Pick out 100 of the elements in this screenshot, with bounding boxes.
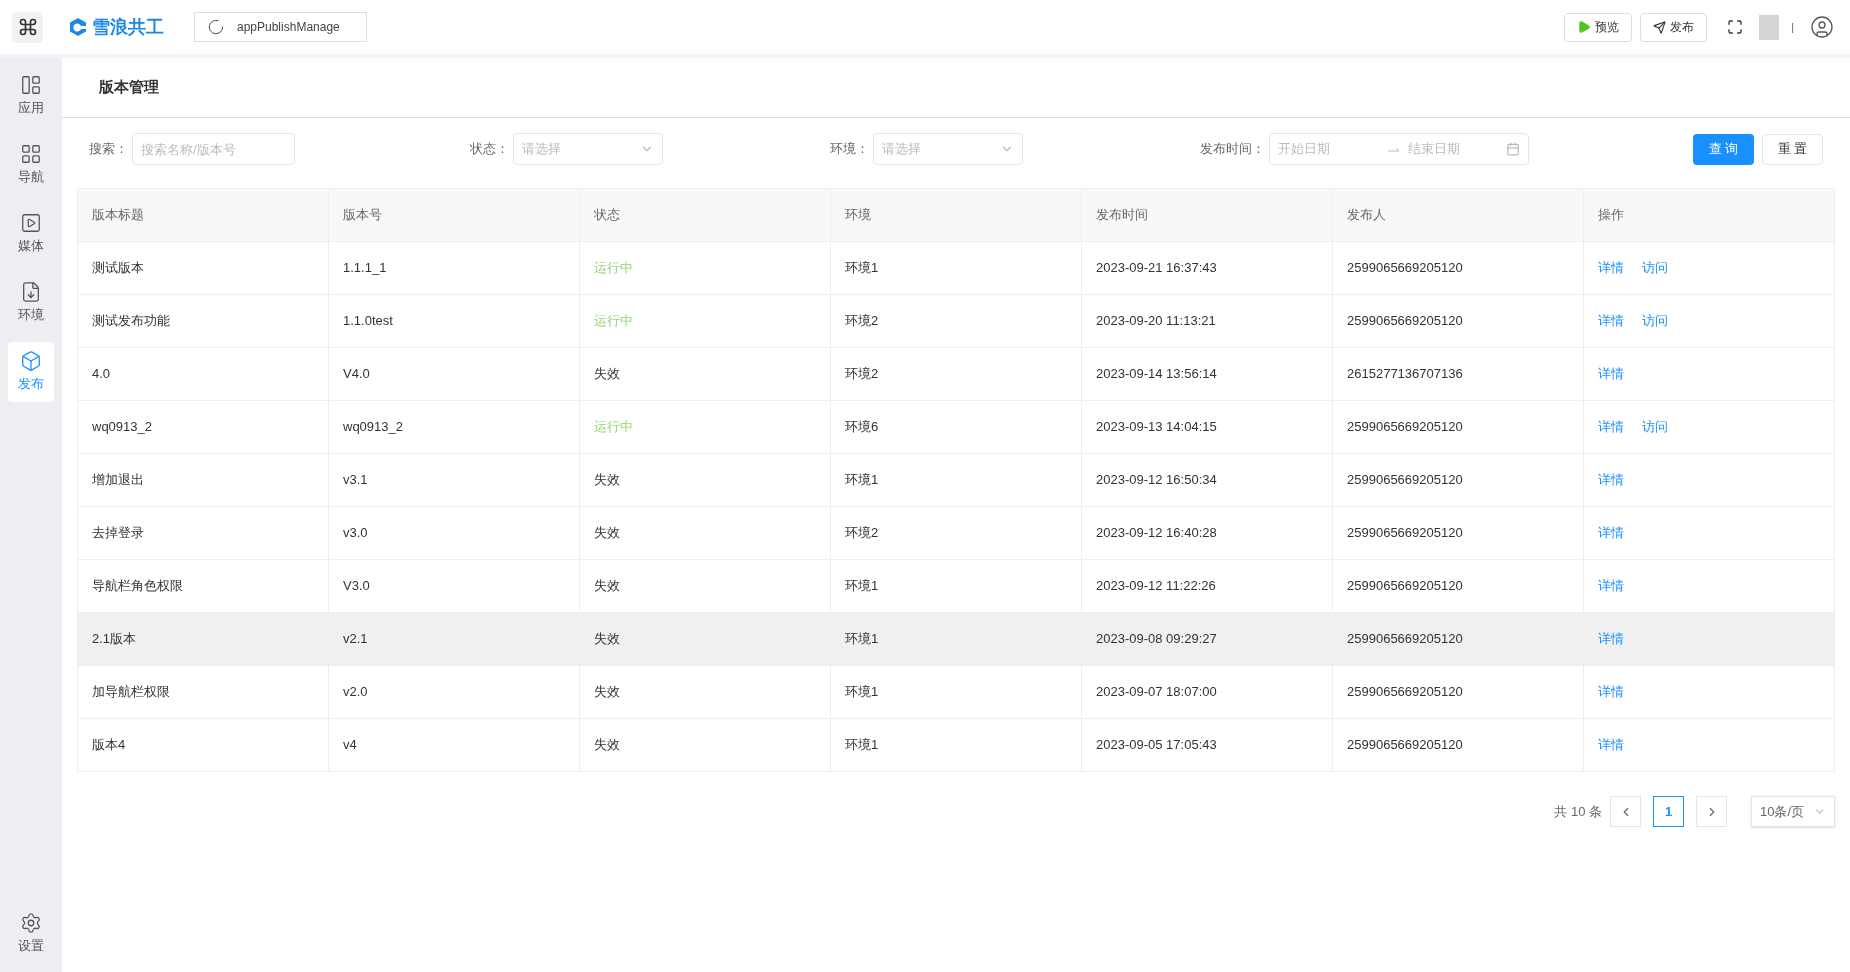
table-cell: 2599065669205120	[1332, 559, 1584, 613]
table-cell: 环境1	[830, 453, 1082, 507]
send-icon	[1653, 20, 1667, 34]
action-link[interactable]: 详情	[1598, 470, 1624, 490]
table-cell: 2023-09-12 16:50:34	[1081, 453, 1333, 507]
table-cell: 失效	[579, 559, 831, 613]
table-cell: 运行中	[579, 400, 831, 454]
app-selector[interactable]: appPublishManage	[194, 12, 367, 42]
sidebar-item[interactable]: 媒体	[8, 204, 54, 264]
table-cell: V3.0	[328, 559, 580, 613]
column-header: 版本标题	[77, 188, 329, 242]
sidebar-item[interactable]: 导航	[8, 135, 54, 195]
page-size-select[interactable]: 10条/页	[1751, 796, 1835, 827]
table-cell: 运行中	[579, 294, 831, 348]
table-cell: 环境1	[830, 612, 1082, 666]
reset-button[interactable]: 重 置	[1762, 133, 1823, 165]
play-icon	[1577, 20, 1592, 34]
table-cell: 失效	[579, 453, 831, 507]
total-count: 共 10 条	[1554, 802, 1602, 821]
table-cell: wq0913_2	[328, 400, 580, 454]
table-cell: 2599065669205120	[1332, 241, 1584, 295]
user-icon[interactable]	[1810, 15, 1834, 39]
table-cell: 增加退出	[77, 453, 329, 507]
table-cell: 2023-09-12 11:22:26	[1081, 559, 1333, 613]
table-cell: 2599065669205120	[1332, 665, 1584, 719]
table-row[interactable]: 测试版本 1.1.1_1 运行中 环境1 2023-09-21 16:37:43 2599065669205120 详情 访问	[77, 241, 1835, 295]
fullscreen-icon[interactable]	[1727, 19, 1744, 35]
table-cell: 1.1.1_1	[328, 241, 580, 295]
table-cell: 去掉登录	[77, 506, 329, 560]
publish-button[interactable]: 发布	[1640, 12, 1708, 42]
divider-text: |	[1791, 19, 1794, 35]
table-cell: v3.1	[328, 453, 580, 507]
table-cell: v4	[328, 718, 580, 772]
table-row[interactable]: 增加退出 v3.1 失效 环境1 2023-09-12 16:50:34 2599065669205120 详情	[77, 453, 1835, 507]
column-header: 版本号	[328, 188, 580, 242]
table-cell: 2023-09-14 13:56:14	[1081, 347, 1333, 401]
table-cell: V4.0	[328, 347, 580, 401]
table-cell: 2599065669205120	[1332, 718, 1584, 772]
logo-icon	[68, 17, 88, 37]
table-cell: 环境1	[830, 559, 1082, 613]
sidebar-icon	[20, 143, 42, 166]
sidebar-icon	[20, 350, 42, 373]
table-cell: 2023-09-08 09:29:27	[1081, 612, 1333, 666]
table-row[interactable]: 加导航栏权限 v2.0 失效 环境1 2023-09-07 18:07:00 2599065669205120 详情	[77, 665, 1835, 719]
sidebar-item[interactable]: 应用	[8, 66, 54, 126]
page-title: 版本管理	[99, 77, 159, 98]
table-cell: 环境1	[830, 718, 1082, 772]
calendar-icon	[1506, 142, 1520, 156]
page-button[interactable]: 1	[1653, 796, 1684, 827]
table-row[interactable]: wq0913_2 wq0913_2 运行中 环境6 2023-09-13 14:04:15 2599065669205120 详情 访问	[77, 400, 1835, 454]
table-cell: wq0913_2	[77, 400, 329, 454]
search-field[interactable]: 搜索名称/版本号	[132, 133, 295, 165]
preview-button[interactable]: 预览	[1564, 12, 1633, 42]
apps-button[interactable]	[12, 11, 43, 43]
table-cell: 失效	[579, 665, 831, 719]
avatar-placeholder	[1759, 14, 1780, 40]
sidebar-item[interactable]: 环境	[8, 273, 54, 333]
table-cell: 环境1	[830, 241, 1082, 295]
table-cell: 2599065669205120	[1332, 400, 1584, 454]
action-link[interactable]: 访问	[1642, 311, 1668, 331]
table-cell: 2599065669205120	[1332, 506, 1584, 560]
filter-label: 状态：	[470, 140, 509, 159]
action-link[interactable]: 详情	[1598, 311, 1624, 331]
query-button[interactable]: 查 询	[1693, 133, 1754, 165]
table-cell: 环境2	[830, 506, 1082, 560]
table-row[interactable]: 4.0 V4.0 失效 环境2 2023-09-14 13:56:14 2615277136707136 详情	[77, 347, 1835, 401]
action-link[interactable]: 详情	[1598, 258, 1624, 278]
table-cell: 2.1版本	[77, 612, 329, 666]
action-link[interactable]: 详情	[1598, 735, 1624, 755]
filter-label: 环境：	[830, 140, 869, 159]
sidebar-item[interactable]: 设置	[8, 904, 54, 964]
sidebar-icon	[20, 74, 42, 97]
column-header: 发布时间	[1081, 188, 1333, 242]
table-cell: 4.0	[77, 347, 329, 401]
column-header: 环境	[830, 188, 1082, 242]
table-row[interactable]: 去掉登录 v3.0 失效 环境2 2023-09-12 16:40:28 2599065669205120 详情	[77, 506, 1835, 560]
table-cell: 导航栏角色权限	[77, 559, 329, 613]
table-row[interactable]: 导航栏角色权限 V3.0 失效 环境1 2023-09-12 11:22:26 2599065669205120 详情	[77, 559, 1835, 613]
table-cell: 2023-09-20 11:13:21	[1081, 294, 1333, 348]
table-cell: 环境1	[830, 665, 1082, 719]
table-row[interactable]: 测试发布功能 1.1.0test 运行中 环境2 2023-09-20 11:13:21 2599065669205120 详情 访问	[77, 294, 1835, 348]
action-link[interactable]: 访问	[1642, 258, 1668, 278]
table-cell: 2615277136707136	[1332, 347, 1584, 401]
table-cell: 2023-09-07 18:07:00	[1081, 665, 1333, 719]
table-row[interactable]: 2.1版本 v2.1 失效 环境1 2023-09-08 09:29:27 2599065669205120 详情	[77, 612, 1835, 666]
action-link[interactable]: 详情	[1598, 576, 1624, 596]
sidebar-icon	[20, 912, 42, 935]
table-cell: v2.0	[328, 665, 580, 719]
action-link[interactable]: 详情	[1598, 417, 1624, 437]
action-link[interactable]: 详情	[1598, 682, 1624, 702]
action-link[interactable]: 详情	[1598, 523, 1624, 543]
filter-label: 搜索：	[89, 140, 128, 159]
action-link[interactable]: 详情	[1598, 364, 1624, 384]
table-row[interactable]: 版本4 v4 失效 环境1 2023-09-05 17:05:43 2599065669205120 详情	[77, 718, 1835, 772]
action-link[interactable]: 访问	[1642, 417, 1668, 437]
sidebar-item[interactable]: 发布	[8, 342, 54, 402]
table-cell: 2023-09-12 16:40:28	[1081, 506, 1333, 560]
table-cell: 加导航栏权限	[77, 665, 329, 719]
table-cell: 1.1.0test	[328, 294, 580, 348]
table-cell: 测试发布功能	[77, 294, 329, 348]
